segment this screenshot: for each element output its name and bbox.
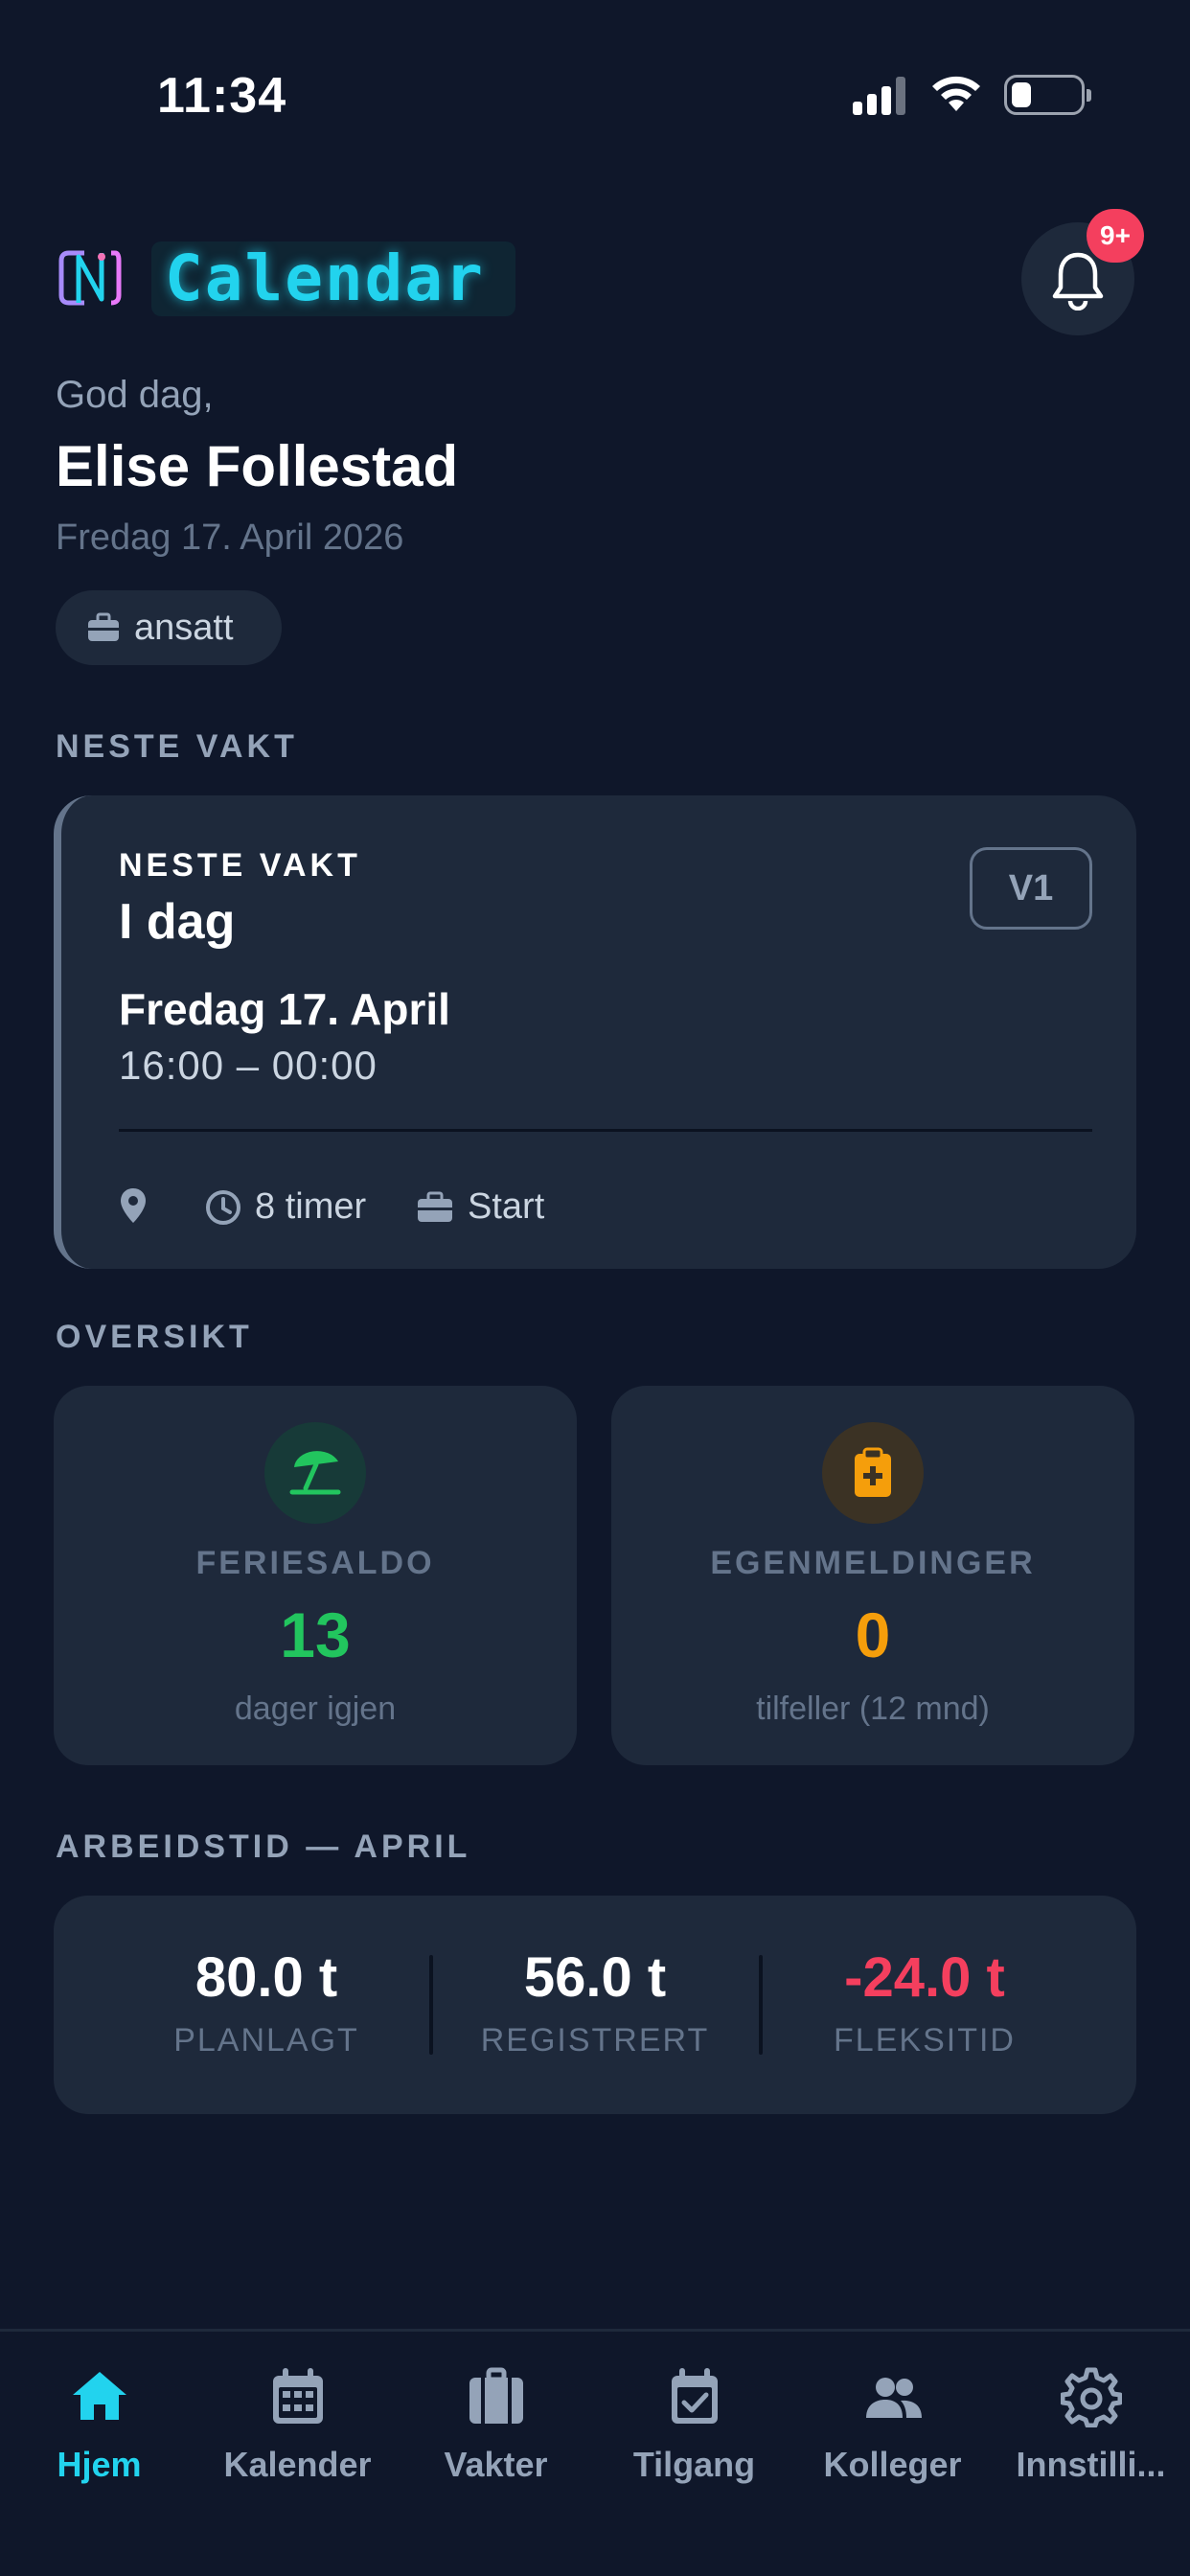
wifi-icon — [932, 76, 980, 111]
user-name: Elise Follestad — [56, 434, 459, 498]
tab-label: Kalender — [223, 2445, 372, 2484]
briefcase-icon — [469, 2367, 523, 2424]
role-label: ansatt — [134, 607, 234, 648]
vacation-balance-card[interactable]: FERIESALDO 13 dager igjen — [54, 1386, 577, 1765]
battery-icon — [1004, 75, 1091, 115]
registered-hours-value: 56.0 t — [523, 1946, 667, 2009]
app-title: Calendar — [151, 242, 515, 316]
vacation-icon-circle — [264, 1422, 366, 1524]
tab-colleagues[interactable]: Kolleger — [793, 2366, 992, 2510]
role-chip: ansatt — [56, 590, 282, 665]
gear-icon — [1061, 2367, 1122, 2427]
flex-hours: -24.0 t FLEKSITID — [760, 1896, 1089, 2114]
shift-location — [119, 1186, 148, 1225]
vacation-subtitle: dager igjen — [234, 1690, 397, 1727]
shift-label: NESTE VAKT — [119, 847, 361, 884]
sick-leave-title: EGENMELDINGER — [710, 1545, 1036, 1581]
notification-badge: 9+ — [1087, 209, 1144, 263]
users-icon — [866, 2378, 922, 2418]
tab-label: Tilgang — [632, 2445, 756, 2484]
sick-leave-icon-circle — [822, 1422, 924, 1524]
shift-day: I dag — [119, 894, 236, 950]
registered-hours-label: REGISTRERT — [480, 2022, 710, 2058]
sick-leave-card[interactable]: EGENMELDINGER 0 tilfeller (12 mnd) — [611, 1386, 1134, 1765]
sick-leave-subtitle: tilfeller (12 mnd) — [756, 1690, 990, 1727]
shift-type: Start — [416, 1186, 544, 1228]
home-icon — [73, 2372, 126, 2420]
planned-hours-label: PLANLAGT — [173, 2022, 359, 2058]
planned-hours-value: 80.0 t — [195, 1946, 338, 2009]
status-bar: 11:34 — [0, 0, 1190, 192]
shift-time: 16:00 – 00:00 — [119, 1043, 378, 1088]
calendar-check-icon — [672, 2368, 718, 2424]
location-pin-icon — [121, 1188, 146, 1223]
tab-label: Innstilli... — [1016, 2445, 1166, 2484]
beach-umbrella-icon — [289, 1451, 341, 1495]
calendar-icon — [273, 2368, 323, 2424]
briefcase-icon — [88, 612, 119, 641]
flex-hours-value: -24.0 t — [844, 1946, 1005, 2009]
next-shift-section-label: NESTE VAKT — [56, 728, 298, 765]
signal-icon — [853, 77, 908, 115]
bell-icon — [1052, 252, 1104, 310]
tab-label: Vakter — [444, 2445, 548, 2484]
tab-bar: Hjem Kalender Vakter Tilgang Kolleger In… — [0, 2329, 1190, 2576]
greeting: God dag, — [56, 374, 214, 416]
tab-home[interactable]: Hjem — [0, 2366, 198, 2510]
tab-access[interactable]: Tilgang — [595, 2366, 793, 2510]
briefcase-icon — [418, 1191, 452, 1222]
tab-label: Hjem — [57, 2445, 142, 2484]
next-shift-card[interactable]: NESTE VAKT I dag Fredag 17. April 16:00 … — [54, 795, 1136, 1269]
vacation-title: FERIESALDO — [195, 1545, 435, 1581]
work-hours-section-label: ARBEIDSTID — APRIL — [56, 1828, 471, 1865]
flex-hours-label: FLEKSITID — [834, 2022, 1016, 2058]
tab-shifts[interactable]: Vakter — [397, 2366, 595, 2510]
shift-type-text: Start — [468, 1186, 545, 1227]
shift-duration: 8 timer — [205, 1186, 366, 1228]
shift-date: Fredag 17. April — [119, 984, 450, 1034]
tab-calendar[interactable]: Kalender — [198, 2366, 397, 2510]
clock-icon — [206, 1189, 240, 1225]
vacation-days-value: 13 — [280, 1599, 351, 1670]
work-hours-card: 80.0 t PLANLAGT 56.0 t REGISTRERT -24.0 … — [54, 1896, 1136, 2114]
tab-label: Kolleger — [823, 2445, 962, 2484]
tab-settings[interactable]: Innstilli... — [992, 2366, 1190, 2510]
divider — [119, 1129, 1092, 1132]
current-date: Fredag 17. April 2026 — [56, 518, 404, 558]
registered-hours: 56.0 t REGISTRERT — [430, 1896, 760, 2114]
overview-section-label: OVERSIKT — [56, 1319, 253, 1355]
planned-hours: 80.0 t PLANLAGT — [102, 1896, 431, 2114]
status-time: 11:34 — [157, 68, 287, 124]
sick-leave-value: 0 — [855, 1599, 891, 1670]
shift-duration-text: 8 timer — [255, 1186, 367, 1227]
logo-icon — [58, 250, 122, 306]
medical-clipboard-icon — [855, 1447, 891, 1497]
shift-code-tag: V1 — [970, 847, 1092, 930]
